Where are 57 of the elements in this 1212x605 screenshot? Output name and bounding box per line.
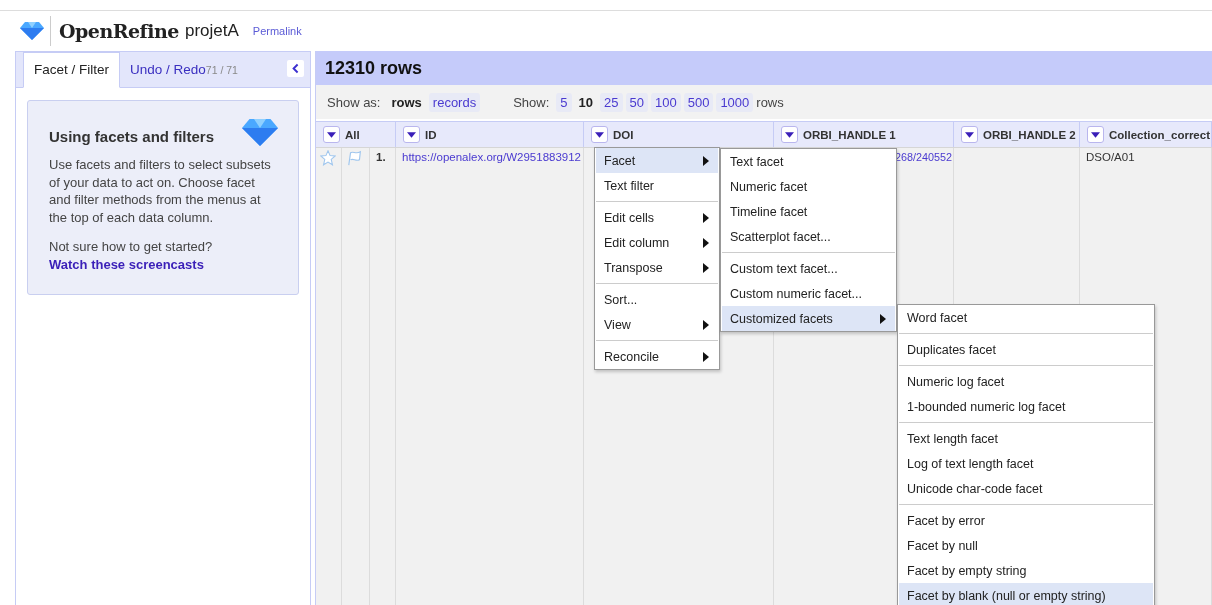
permalink-link[interactable]: Permalink bbox=[252, 25, 302, 37]
menu-item[interactable]: Customized facets bbox=[722, 306, 895, 331]
menu-item[interactable]: Edit cells bbox=[596, 205, 718, 230]
page-size-link[interactable]: 50 bbox=[625, 92, 648, 112]
page-size-link[interactable]: 500 bbox=[683, 92, 714, 112]
show-as-label: Show as: bbox=[327, 94, 381, 110]
caret-icon bbox=[407, 131, 416, 138]
view-mode-link[interactable]: rows bbox=[387, 92, 426, 112]
column-name: Collection_correct bbox=[1109, 128, 1210, 141]
column-menu-button[interactable] bbox=[961, 126, 978, 143]
column-name: DOI bbox=[613, 128, 634, 141]
column-name: ORBI_HANDLE 1 bbox=[803, 128, 896, 141]
screencasts-link[interactable]: Watch these screencasts bbox=[49, 256, 204, 272]
menu-item[interactable]: Reconcile bbox=[596, 344, 718, 369]
caret-icon bbox=[1091, 131, 1100, 138]
column-menu-button[interactable] bbox=[403, 126, 420, 143]
column-menu-button[interactable] bbox=[1087, 126, 1104, 143]
help-text: Use facets and filters to select subsets of your data to act on. Choose facet and filter methods from the menus at the top of each data column. bbox=[49, 156, 272, 226]
menu-item[interactable]: Edit column bbox=[596, 230, 718, 255]
show-label: Show: bbox=[513, 94, 550, 110]
tab[interactable]: Facet / Filter bbox=[23, 52, 120, 88]
column-menu-button[interactable] bbox=[781, 126, 798, 143]
menu-item[interactable]: Facet by blank (null or empty string) bbox=[899, 583, 1153, 605]
help-title: Using facets and filters bbox=[49, 128, 215, 145]
star-icon[interactable] bbox=[320, 150, 336, 166]
chevron-left-icon bbox=[291, 63, 300, 74]
page-size-link[interactable]: 10 bbox=[574, 92, 598, 112]
help-question: Not sure how to get started? bbox=[49, 238, 214, 256]
page-size-link[interactable]: 5 bbox=[556, 92, 572, 112]
caret-icon bbox=[785, 131, 794, 138]
column-name: All bbox=[345, 128, 360, 141]
menu-item[interactable]: Sort... bbox=[596, 287, 718, 312]
column-menu-button[interactable] bbox=[323, 126, 340, 143]
caret-icon bbox=[327, 131, 336, 138]
tab[interactable]: Undo / Redo71 / 71 bbox=[120, 53, 248, 87]
column-name: ORBI_HANDLE 2 bbox=[983, 128, 1076, 141]
view-mode-link[interactable]: records bbox=[428, 92, 481, 112]
caret-icon bbox=[595, 131, 604, 138]
diamond-icon bbox=[242, 119, 278, 146]
collapse-button[interactable] bbox=[287, 60, 304, 77]
rows-label: rows bbox=[756, 94, 784, 110]
page-size-link[interactable]: 100 bbox=[650, 92, 681, 112]
project-name: projetA bbox=[184, 21, 239, 41]
menu-item[interactable]: Text filter bbox=[596, 173, 718, 198]
diamond-icon bbox=[20, 22, 44, 40]
row-count: 12310 rows bbox=[316, 51, 1212, 85]
table-cell: https://openalex.org/W2951883912 bbox=[396, 148, 584, 605]
column-menu-button[interactable] bbox=[591, 126, 608, 143]
app-name: OpenRefine bbox=[59, 20, 179, 42]
menu-item[interactable]: Transpose bbox=[596, 255, 718, 280]
column-name: ID bbox=[425, 128, 437, 141]
page-size-link[interactable]: 1000 bbox=[716, 92, 754, 112]
menu-item[interactable]: View bbox=[596, 312, 718, 337]
menu-item[interactable]: Facet bbox=[596, 148, 718, 173]
page-size-link[interactable]: 25 bbox=[600, 92, 623, 112]
row-number: 1. bbox=[370, 148, 396, 605]
caret-icon bbox=[965, 131, 974, 138]
